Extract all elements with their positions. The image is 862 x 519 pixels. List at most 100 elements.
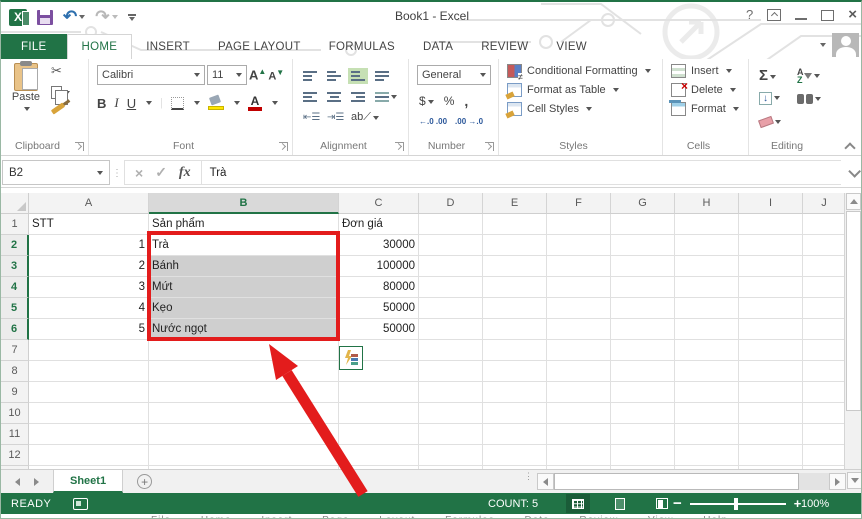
borders-icon[interactable] bbox=[171, 97, 184, 110]
cell-E12[interactable] bbox=[483, 445, 547, 466]
vertical-scroll-thumb[interactable] bbox=[846, 211, 861, 411]
cell-A2[interactable]: 1 bbox=[29, 235, 149, 256]
cell-B7[interactable] bbox=[149, 340, 339, 361]
column-header-F[interactable]: F bbox=[547, 193, 611, 214]
cell-G10[interactable] bbox=[611, 403, 675, 424]
scroll-right-icon[interactable] bbox=[829, 473, 846, 490]
ribbon-display-options-icon[interactable] bbox=[767, 9, 781, 21]
cell-J12[interactable] bbox=[803, 445, 846, 466]
cell-E10[interactable] bbox=[483, 403, 547, 424]
cell-H3[interactable] bbox=[675, 256, 739, 277]
cell-D5[interactable] bbox=[419, 298, 483, 319]
cell-F8[interactable] bbox=[547, 361, 611, 382]
cell-F11[interactable] bbox=[547, 424, 611, 445]
formula-input[interactable]: Trà bbox=[202, 160, 841, 185]
scroll-left-icon[interactable] bbox=[537, 473, 554, 490]
cell-G7[interactable] bbox=[611, 340, 675, 361]
cell-I4[interactable] bbox=[739, 277, 803, 298]
tab-page-layout[interactable]: PAGE LAYOUT bbox=[204, 34, 315, 59]
cell-F12[interactable] bbox=[547, 445, 611, 466]
cell-I1[interactable] bbox=[739, 214, 803, 235]
number-format-combo[interactable]: General bbox=[417, 65, 491, 85]
cell-D8[interactable] bbox=[419, 361, 483, 382]
cell-A9[interactable] bbox=[29, 382, 149, 403]
decrease-indent-icon[interactable]: ⇤☰ bbox=[303, 112, 327, 123]
cell-E5[interactable] bbox=[483, 298, 547, 319]
cell-A3[interactable]: 2 bbox=[29, 256, 149, 277]
row-header-10[interactable]: 10 bbox=[1, 403, 29, 424]
cell-B4[interactable]: Mứt bbox=[149, 277, 339, 298]
cell-J11[interactable] bbox=[803, 424, 846, 445]
cell-E9[interactable] bbox=[483, 382, 547, 403]
conditional-formatting-button[interactable]: Conditional Formatting bbox=[507, 64, 651, 78]
sort-filter-button[interactable]: AZ bbox=[797, 68, 835, 84]
user-avatar[interactable] bbox=[832, 33, 859, 57]
cell-G9[interactable] bbox=[611, 382, 675, 403]
bold-button[interactable]: B bbox=[97, 96, 106, 111]
cell-B5[interactable]: Kẹo bbox=[149, 298, 339, 319]
cell-G6[interactable] bbox=[611, 319, 675, 340]
scroll-down-icon[interactable] bbox=[847, 472, 862, 489]
center-icon[interactable] bbox=[327, 92, 341, 102]
cell-F10[interactable] bbox=[547, 403, 611, 424]
insert-button[interactable]: Insert bbox=[671, 64, 739, 78]
cell-H1[interactable] bbox=[675, 214, 739, 235]
horizontal-scroll-thumb[interactable] bbox=[554, 473, 799, 490]
cell-I9[interactable] bbox=[739, 382, 803, 403]
decrease-decimal-icon[interactable]: .00 →.0 bbox=[455, 117, 483, 126]
cell-G4[interactable] bbox=[611, 277, 675, 298]
insert-function-icon[interactable]: fx bbox=[179, 165, 191, 181]
cell-B12[interactable] bbox=[149, 445, 339, 466]
close-icon[interactable]: × bbox=[848, 6, 857, 24]
cell-D9[interactable] bbox=[419, 382, 483, 403]
tab-data[interactable]: DATA bbox=[409, 34, 467, 59]
row-header-5[interactable]: 5 bbox=[1, 298, 29, 319]
underline-button[interactable]: U bbox=[127, 96, 136, 111]
row-header-4[interactable]: 4 bbox=[1, 277, 29, 298]
cut-icon[interactable]: ✂ bbox=[51, 63, 62, 79]
middle-align-icon[interactable] bbox=[327, 71, 341, 81]
find-select-button[interactable] bbox=[797, 94, 835, 104]
cell-C2[interactable]: 30000 bbox=[339, 235, 419, 256]
merge-center-icon[interactable] bbox=[375, 92, 389, 102]
row-header-11[interactable]: 11 bbox=[1, 424, 29, 445]
cancel-icon[interactable]: × bbox=[135, 165, 143, 181]
cell-I8[interactable] bbox=[739, 361, 803, 382]
sheet-tab-sheet1[interactable]: Sheet1 bbox=[53, 470, 123, 493]
cell-H12[interactable] bbox=[675, 445, 739, 466]
cell-G2[interactable] bbox=[611, 235, 675, 256]
prev-sheet-icon[interactable] bbox=[15, 478, 20, 486]
tab-view[interactable]: VIEW bbox=[542, 34, 601, 59]
orientation-icon[interactable]: ab⟋ bbox=[351, 111, 371, 124]
increase-decimal-icon[interactable]: ←.0 .00 bbox=[419, 117, 447, 126]
font-dialog-launcher-icon[interactable] bbox=[279, 142, 288, 151]
font-name-combo[interactable]: Calibri bbox=[97, 65, 205, 85]
column-header-A[interactable]: A bbox=[29, 193, 149, 214]
cell-J2[interactable] bbox=[803, 235, 846, 256]
clipboard-dialog-launcher-icon[interactable] bbox=[75, 142, 84, 151]
cell-F5[interactable] bbox=[547, 298, 611, 319]
cell-E2[interactable] bbox=[483, 235, 547, 256]
cell-A1[interactable]: STT bbox=[29, 214, 149, 235]
currency-icon[interactable]: $ bbox=[419, 94, 434, 108]
font-color-icon[interactable]: A bbox=[248, 96, 262, 111]
cell-B2[interactable]: Trà bbox=[149, 235, 339, 256]
format-button[interactable]: Format bbox=[671, 102, 739, 116]
normal-view-button[interactable] bbox=[566, 494, 590, 513]
page-layout-view-button[interactable] bbox=[608, 494, 632, 513]
cell-B3[interactable]: Bánh bbox=[149, 256, 339, 277]
cell-I6[interactable] bbox=[739, 319, 803, 340]
cell-A6[interactable]: 5 bbox=[29, 319, 149, 340]
cell-C6[interactable]: 50000 bbox=[339, 319, 419, 340]
cell-F1[interactable] bbox=[547, 214, 611, 235]
page-break-view-button[interactable] bbox=[650, 494, 674, 513]
cell-I12[interactable] bbox=[739, 445, 803, 466]
tab-review[interactable]: REVIEW bbox=[467, 34, 542, 59]
cell-I2[interactable] bbox=[739, 235, 803, 256]
cell-I11[interactable] bbox=[739, 424, 803, 445]
cell-A10[interactable] bbox=[29, 403, 149, 424]
cell-J3[interactable] bbox=[803, 256, 846, 277]
cell-H6[interactable] bbox=[675, 319, 739, 340]
cell-A5[interactable]: 4 bbox=[29, 298, 149, 319]
cell-H11[interactable] bbox=[675, 424, 739, 445]
